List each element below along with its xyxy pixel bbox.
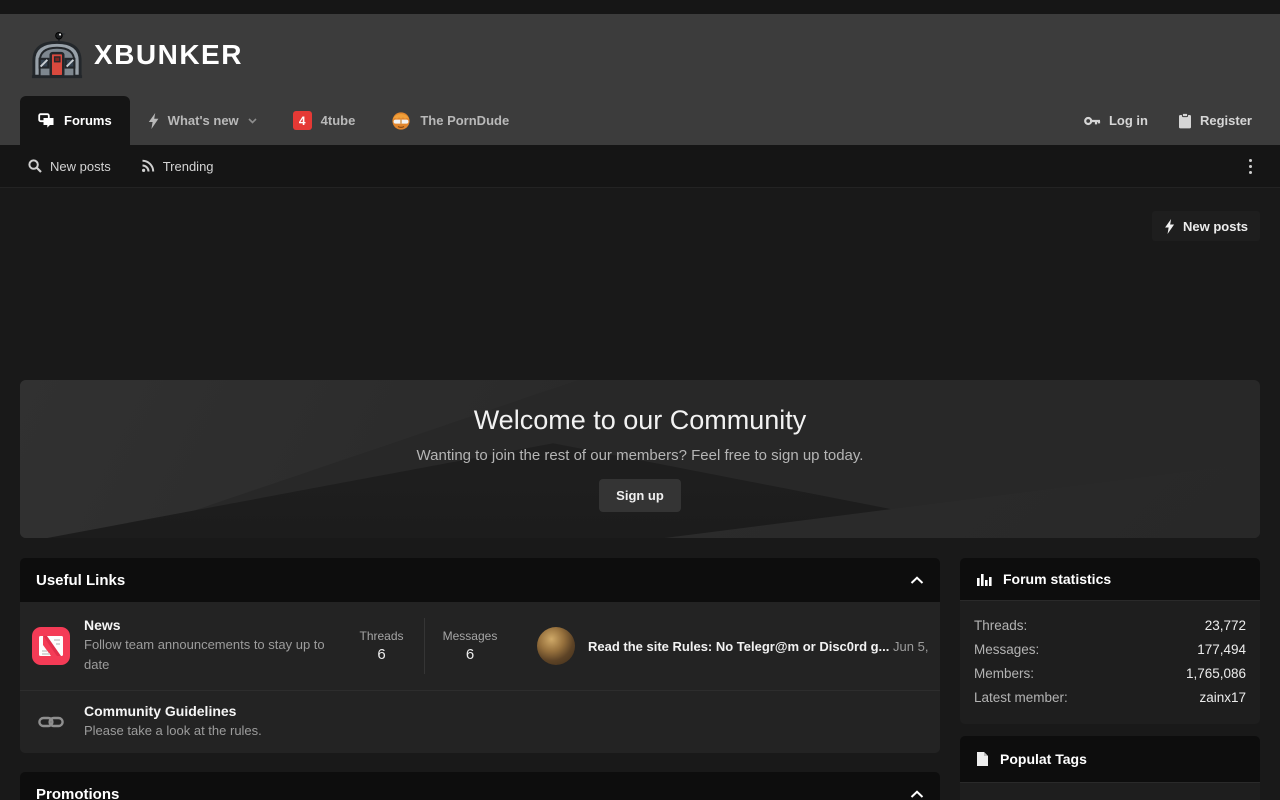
news-app-icon <box>32 627 70 665</box>
forum-node-news: News Follow team announcements to stay u… <box>20 602 940 690</box>
node-description: Please take a look at the rules. <box>84 721 928 741</box>
latest-member-link[interactable]: zainx17 <box>1199 686 1246 710</box>
popular-tags-widget: Populat Tags <box>960 736 1260 800</box>
new-posts-label: New posts <box>1183 219 1248 234</box>
forum-statistics-header: Forum statistics <box>960 558 1260 600</box>
widget-title: Forum statistics <box>1003 571 1111 587</box>
stat-row: Members: 1,765,086 <box>974 662 1246 686</box>
tab-label: The PornDude <box>420 113 509 128</box>
node-text: Community Guidelines Please take a look … <box>84 703 928 741</box>
nav-right: Log in Register <box>1084 96 1280 145</box>
file-icon <box>976 751 989 767</box>
threads-count: Threads 6 <box>339 629 424 663</box>
register-label: Register <box>1200 113 1252 128</box>
welcome-banner: Welcome to our Community Wanting to join… <box>20 380 1260 538</box>
avatar[interactable] <box>537 627 575 665</box>
tab-label: 4tube <box>321 113 356 128</box>
chevron-up-icon[interactable] <box>910 790 924 799</box>
widget-title: Populat Tags <box>1000 751 1087 767</box>
forum-statistics-widget: Forum statistics Threads: 23,772 Message… <box>960 558 1260 724</box>
new-posts-button[interactable]: New posts <box>1152 211 1260 241</box>
key-icon <box>1084 115 1101 127</box>
node-description: Follow team announcements to stay up to … <box>84 635 339 675</box>
subnav-label: New posts <box>50 159 111 174</box>
tab-whats-new[interactable]: What's new <box>130 96 275 145</box>
main-nav: Forums What's new 4 4tube <box>0 96 1280 145</box>
popular-tags-header: Populat Tags <box>960 736 1260 782</box>
banner-subtitle: Wanting to join the rest of our members?… <box>20 447 1260 464</box>
subnav-label: Trending <box>163 159 214 174</box>
messages-count: Messages 6 <box>425 629 515 663</box>
node-text: News Follow team announcements to stay u… <box>84 617 339 675</box>
link-icon <box>32 703 70 741</box>
4tube-icon: 4 <box>293 111 312 130</box>
login-link[interactable]: Log in <box>1084 113 1148 128</box>
thread-date: Jun 5, 2024 · ... <box>893 639 928 654</box>
chevron-up-icon[interactable] <box>910 576 924 585</box>
node-title-link[interactable]: News <box>84 617 339 633</box>
top-strip <box>0 0 1280 14</box>
sub-nav: New posts Trending <box>0 145 1280 188</box>
search-icon <box>28 159 42 173</box>
tab-porndude[interactable]: The PornDude <box>373 96 527 145</box>
node-title-link[interactable]: Community Guidelines <box>84 703 928 719</box>
chevron-down-icon <box>248 118 257 124</box>
bolt-icon <box>1164 219 1175 234</box>
stat-row: Latest member: zainx17 <box>974 686 1246 710</box>
promotions-header: Promotions <box>20 772 940 800</box>
useful-links-header: Useful Links <box>20 558 940 602</box>
forum-statistics-body: Threads: 23,772 Messages: 177,494 Member… <box>960 600 1260 724</box>
bolt-icon <box>148 113 159 129</box>
login-label: Log in <box>1109 113 1148 128</box>
forum-node-guidelines: Community Guidelines Please take a look … <box>20 691 940 753</box>
site-logo[interactable]: XBUNKER <box>30 30 243 80</box>
page: XBUNKER Forums What's new 4 4tube <box>0 0 1280 800</box>
banner-title: Welcome to our Community <box>20 405 1260 436</box>
sign-up-button[interactable]: Sign up <box>599 479 681 512</box>
header: XBUNKER <box>0 14 1280 96</box>
subnav-trending[interactable]: Trending <box>141 159 214 174</box>
rss-icon <box>141 159 155 173</box>
thread-title-link[interactable]: Read the site Rules: No Telegr@m or Disc… <box>588 639 889 654</box>
bunker-logo-icon <box>30 30 84 80</box>
register-icon <box>1178 113 1192 129</box>
tab-label: What's new <box>168 113 239 128</box>
latest-thread: Read the site Rules: No Telegr@m or Disc… <box>588 639 928 654</box>
bar-chart-icon <box>976 572 992 587</box>
tab-label: Forums <box>64 113 112 128</box>
tab-forums[interactable]: Forums <box>20 96 130 145</box>
porndude-icon <box>391 111 411 131</box>
useful-links-section: Useful Links News Follow t <box>20 558 940 753</box>
subnav-new-posts[interactable]: New posts <box>28 159 111 174</box>
kebab-menu-icon[interactable] <box>1249 159 1252 174</box>
section-title: Promotions <box>36 786 119 800</box>
popular-tags-body <box>960 782 1260 800</box>
stat-row: Messages: 177,494 <box>974 638 1246 662</box>
tab-4tube[interactable]: 4 4tube <box>275 96 374 145</box>
stat-row: Threads: 23,772 <box>974 614 1246 638</box>
promotions-section: Promotions <box>20 772 940 800</box>
register-link[interactable]: Register <box>1178 113 1252 129</box>
brand-name: XBUNKER <box>94 39 243 71</box>
forum-icon <box>38 113 55 128</box>
section-title: Useful Links <box>36 572 125 589</box>
